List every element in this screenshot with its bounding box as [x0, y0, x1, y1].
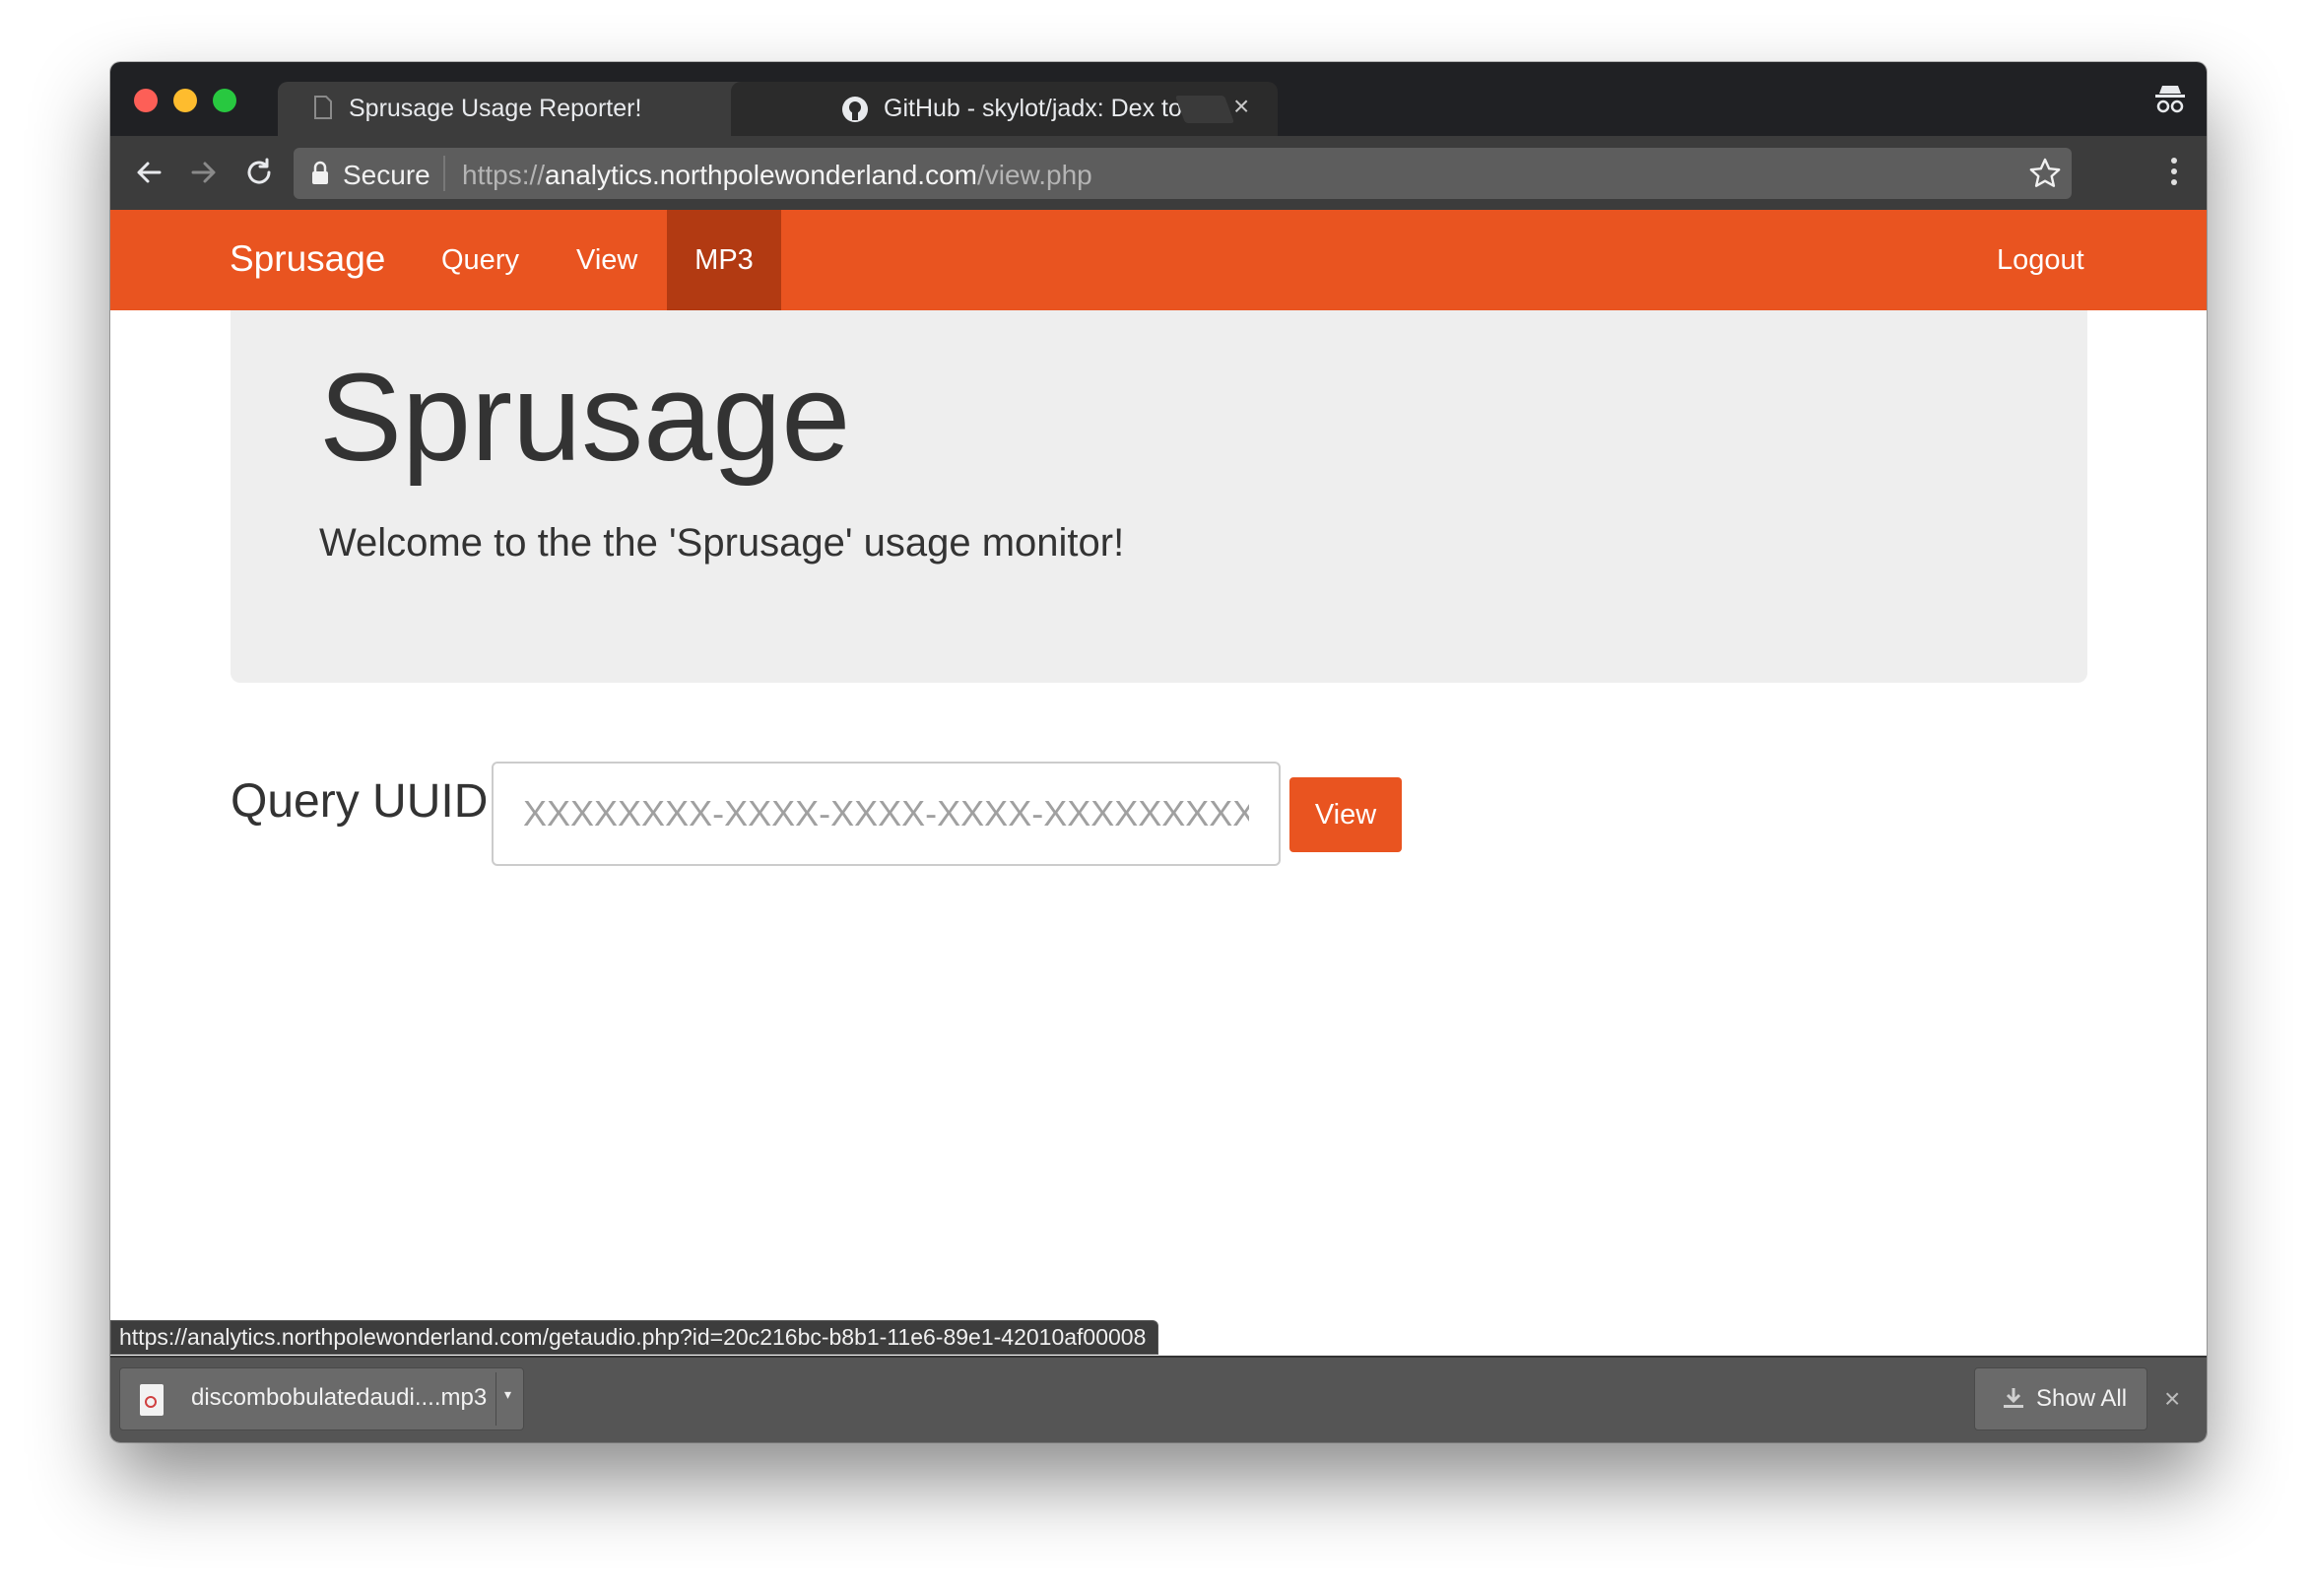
- url-path: /view.php: [976, 160, 1092, 190]
- lock-icon: [310, 161, 330, 191]
- show-all-label: Show All: [2036, 1385, 2128, 1412]
- download-item[interactable]: discombobulatedaudi....mp3 ▾: [119, 1367, 524, 1430]
- page-favicon-icon: [313, 96, 333, 126]
- show-all-downloads-button[interactable]: Show All: [1974, 1367, 2147, 1430]
- window-close-button[interactable]: [134, 89, 158, 112]
- browser-toolbar: Secure https://analytics.northpolewonder…: [110, 136, 2207, 210]
- omnibox-divider: [443, 156, 445, 191]
- window-maximize-button[interactable]: [213, 89, 236, 112]
- logout-link[interactable]: Logout: [1968, 210, 2113, 310]
- new-tab-button[interactable]: [1174, 96, 1235, 123]
- secure-label: Secure: [343, 160, 430, 190]
- download-options-caret-icon[interactable]: ▾: [504, 1386, 511, 1403]
- address-bar[interactable]: Secure https://analytics.northpolewonder…: [294, 148, 2072, 199]
- status-bubble-url: https://analytics.northpolewonderland.co…: [110, 1320, 1159, 1355]
- forward-arrow-icon[interactable]: [183, 152, 225, 193]
- tab-title: Sprusage Usage Reporter!: [349, 95, 642, 122]
- back-arrow-icon[interactable]: [128, 152, 169, 193]
- audio-file-icon: [140, 1384, 164, 1416]
- download-arrow-icon: [2001, 1385, 2026, 1418]
- query-uuid-label: Query UUID: [231, 775, 489, 828]
- url-host: analytics.northpolewonderland.com: [545, 160, 977, 190]
- more-menu-icon[interactable]: [2171, 158, 2179, 190]
- view-button[interactable]: View: [1289, 777, 1402, 852]
- hero-subtitle: Welcome to the the 'Sprusage' usage moni…: [319, 521, 1125, 565]
- download-filename: discombobulatedaudi....mp3: [191, 1384, 488, 1411]
- url-scheme: https://: [462, 160, 546, 190]
- hero-title: Sprusage: [319, 348, 851, 487]
- tab-title: GitHub - skylot/jadx: Dex to Ja: [884, 95, 1216, 122]
- browser-window: Sprusage Usage Reporter! × GitHub - skyl…: [110, 62, 2207, 1442]
- download-shelf: discombobulatedaudi....mp3 ▾ Show All ×: [110, 1356, 2207, 1442]
- reload-icon[interactable]: [238, 152, 280, 193]
- uuid-input[interactable]: [492, 762, 1281, 866]
- tab-close-icon[interactable]: ×: [1233, 91, 1249, 122]
- hero-jumbotron: Sprusage Welcome to the the 'Sprusage' u…: [231, 310, 2087, 683]
- site-navbar: Sprusage Query View MP3 Logout: [110, 210, 2207, 310]
- bookmark-star-icon[interactable]: [2028, 157, 2062, 195]
- nav-link-query[interactable]: Query: [413, 210, 548, 310]
- site-brand[interactable]: Sprusage: [230, 238, 385, 280]
- url-text: https://analytics.northpolewonderland.co…: [462, 160, 1092, 191]
- nav-link-view[interactable]: View: [548, 210, 666, 310]
- github-icon: [841, 96, 869, 130]
- nav-link-mp3[interactable]: MP3: [667, 210, 781, 310]
- page-viewport: Sprusage Query View MP3 Logout Sprusage …: [110, 210, 2207, 1442]
- tab-strip: Sprusage Usage Reporter! × GitHub - skyl…: [110, 62, 2207, 136]
- close-shelf-icon[interactable]: ×: [2164, 1383, 2180, 1415]
- window-minimize-button[interactable]: [173, 89, 197, 112]
- download-item-divider: [495, 1372, 496, 1426]
- incognito-icon: [2153, 82, 2187, 120]
